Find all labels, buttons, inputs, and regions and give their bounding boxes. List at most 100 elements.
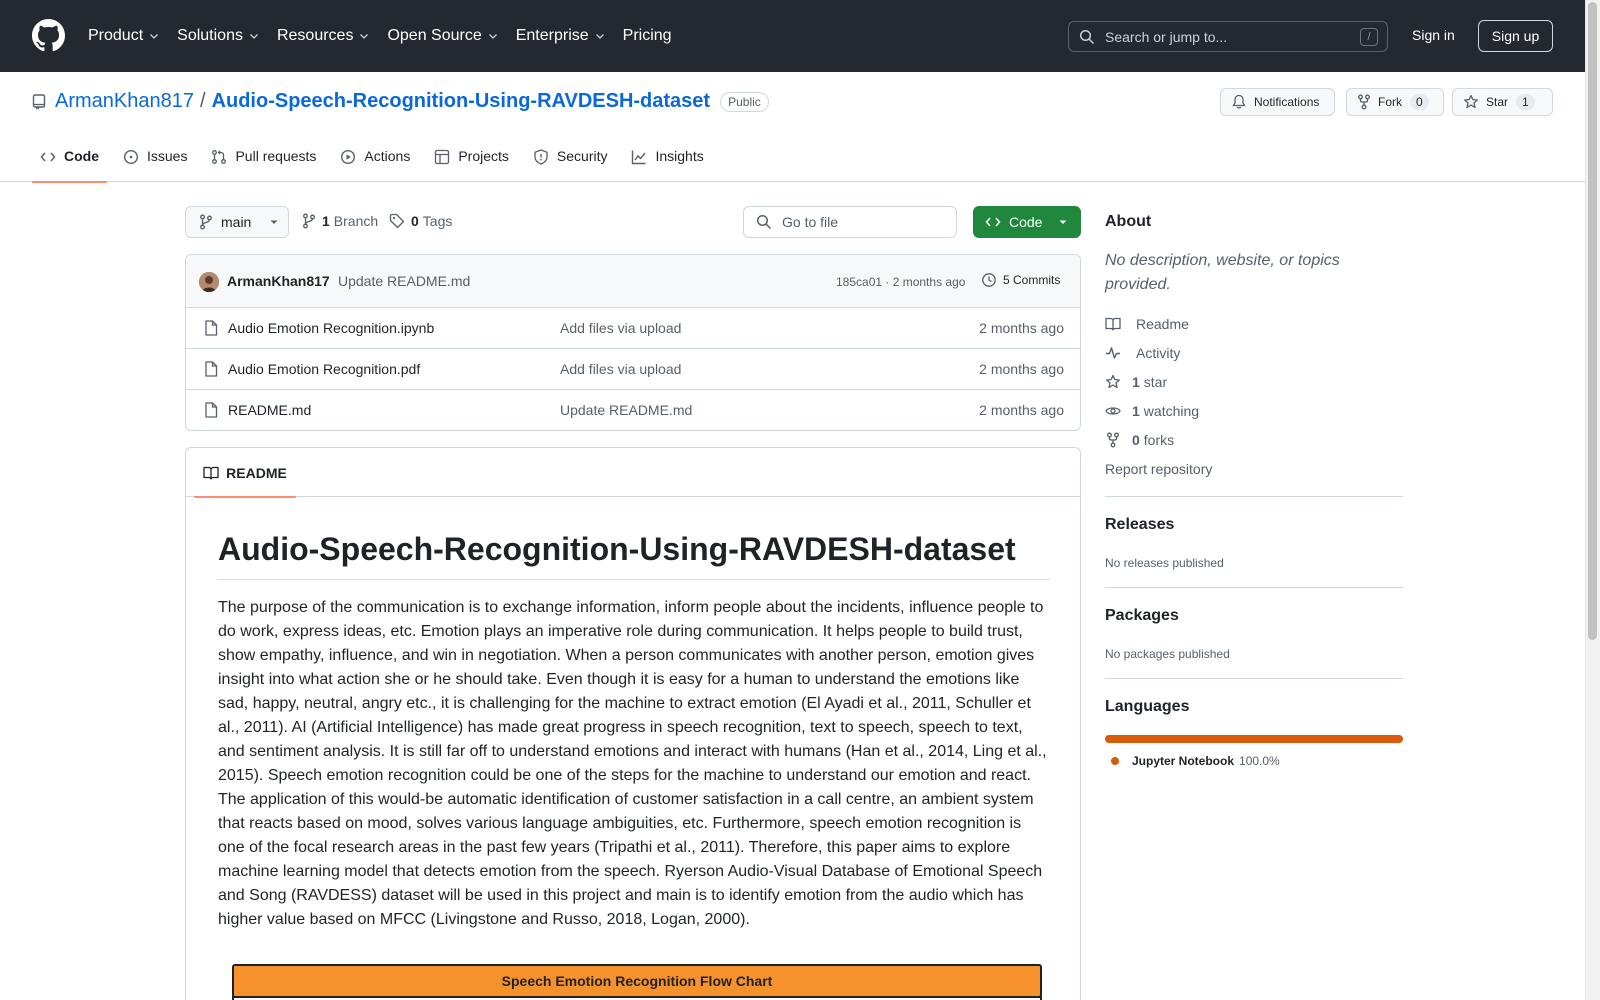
sidebar-watching-link[interactable]: 1 watching bbox=[1105, 403, 1199, 419]
nav-label: Solutions bbox=[177, 27, 243, 44]
branch-icon bbox=[200, 214, 212, 230]
sign-up-button[interactable]: Sign up bbox=[1478, 20, 1553, 52]
repo-title: ArmanKhan817 / Audio-Speech-Recognition-… bbox=[32, 90, 769, 113]
tab-actions[interactable]: Actions bbox=[332, 142, 418, 182]
branch-count: 1 bbox=[322, 213, 330, 229]
tab-readme[interactable]: README bbox=[194, 448, 296, 498]
nav-product[interactable]: Product bbox=[88, 27, 159, 45]
play-icon bbox=[341, 149, 356, 165]
readme-panel: README Audio-Speech-Recognition-Using-RA… bbox=[185, 447, 1081, 1000]
avatar[interactable] bbox=[199, 272, 219, 292]
nav-pricing[interactable]: Pricing bbox=[623, 27, 672, 45]
fork-button[interactable]: Fork 0 bbox=[1346, 88, 1444, 116]
star-button[interactable]: Star 1 bbox=[1452, 88, 1553, 116]
sidebar-item-label: Activity bbox=[1136, 345, 1181, 361]
file-commit-time: 2 months ago bbox=[979, 402, 1064, 418]
repo-owner-link[interactable]: ArmanKhan817 bbox=[55, 90, 194, 113]
table-icon bbox=[435, 149, 450, 165]
github-logo-icon[interactable] bbox=[32, 19, 65, 52]
user-avatar-icon bbox=[199, 272, 219, 292]
tags-link[interactable]: 0 Tags bbox=[389, 213, 452, 229]
tab-pull-requests[interactable]: Pull requests bbox=[203, 142, 324, 182]
chevron-down-icon bbox=[150, 34, 159, 39]
tab-issues[interactable]: Issues bbox=[115, 142, 195, 182]
tab-label: Security bbox=[556, 148, 608, 164]
latest-commit-row: ArmanKhan817 Update README.md 185ca01 · … bbox=[186, 255, 1080, 308]
branches-link[interactable]: 1 Branch bbox=[302, 213, 378, 229]
nav-label: Resources bbox=[276, 27, 354, 44]
nav-enterprise[interactable]: Enterprise bbox=[516, 27, 605, 45]
tab-security[interactable]: Security bbox=[525, 142, 616, 182]
file-row[interactable]: Audio Emotion Recognition.ipynb Add file… bbox=[186, 308, 1080, 349]
readme-tabbar: README bbox=[186, 448, 1080, 498]
repo-name-link[interactable]: Audio-Speech-Recognition-Using-RAVDESH-d… bbox=[212, 90, 711, 113]
sidebar-readme-link[interactable]: Readme bbox=[1105, 316, 1189, 332]
file-list: ArmanKhan817 Update README.md 185ca01 · … bbox=[185, 254, 1081, 431]
nav-label: Product bbox=[88, 27, 144, 44]
fork-icon bbox=[1107, 432, 1119, 448]
language-item[interactable]: Jupyter Notebook 100.0% bbox=[1111, 754, 1280, 768]
tab-projects[interactable]: Projects bbox=[426, 142, 517, 182]
branch-selector[interactable]: main bbox=[185, 206, 289, 238]
global-search-input[interactable]: Search or jump to... / bbox=[1068, 21, 1388, 52]
search-shortcut-key: / bbox=[1360, 28, 1378, 46]
commit-author-link[interactable]: ArmanKhan817 bbox=[227, 273, 330, 289]
commit-hash-time[interactable]: 185ca01 · 2 months ago bbox=[836, 275, 965, 289]
sidebar-forks-link[interactable]: 0 forks bbox=[1105, 432, 1174, 448]
report-repository-link[interactable]: Report repository bbox=[1105, 461, 1212, 477]
releases-heading[interactable]: Releases bbox=[1105, 516, 1174, 534]
visibility-badge: Public bbox=[720, 91, 769, 112]
readme-title: Audio-Speech-Recognition-Using-RAVDESH-d… bbox=[218, 531, 1050, 581]
code-icon bbox=[40, 152, 56, 162]
notifications-button[interactable]: Notifications bbox=[1220, 88, 1335, 116]
language-percent: 100.0% bbox=[1239, 754, 1280, 768]
file-name-link[interactable]: README.md bbox=[228, 402, 311, 418]
nav-open-source[interactable]: Open Source bbox=[387, 27, 497, 45]
global-nav: Product Solutions Resources Open Source … bbox=[88, 0, 690, 72]
sidebar-item-label: star bbox=[1143, 374, 1168, 390]
tab-label: Pull requests bbox=[235, 148, 317, 164]
caret-down-icon bbox=[1059, 220, 1067, 224]
bell-icon bbox=[1232, 94, 1246, 109]
file-name-link[interactable]: Audio Emotion Recognition.ipynb bbox=[228, 320, 434, 336]
history-icon bbox=[982, 273, 996, 287]
caret-down-icon bbox=[270, 220, 278, 224]
search-icon bbox=[756, 214, 772, 230]
readme-tab-label: README bbox=[226, 464, 287, 481]
star-icon bbox=[1106, 374, 1120, 389]
commit-message-link[interactable]: Update README.md bbox=[338, 273, 470, 289]
code-button-label: Code bbox=[1009, 214, 1043, 230]
nav-label: Open Source bbox=[387, 27, 482, 44]
tab-label: Code bbox=[64, 148, 99, 164]
file-icon bbox=[205, 402, 218, 418]
file-row[interactable]: README.md Update README.md 2 months ago bbox=[186, 390, 1080, 430]
sidebar-activity-link[interactable]: Activity bbox=[1105, 345, 1180, 361]
file-commit-message-link[interactable]: Add files via upload bbox=[560, 361, 681, 377]
nav-label: Enterprise bbox=[515, 27, 589, 44]
go-to-file-input[interactable]: Go to file bbox=[743, 206, 957, 238]
file-commit-message-link[interactable]: Add files via upload bbox=[560, 320, 681, 336]
file-commit-time: 2 months ago bbox=[979, 361, 1064, 377]
languages-heading: Languages bbox=[1105, 698, 1190, 715]
nav-solutions[interactable]: Solutions bbox=[177, 27, 259, 45]
issue-icon bbox=[123, 149, 139, 165]
branch-icon bbox=[303, 213, 315, 229]
nav-resources[interactable]: Resources bbox=[277, 27, 369, 45]
sidebar-item-count: 0 bbox=[1132, 432, 1140, 448]
tab-insights[interactable]: Insights bbox=[623, 142, 711, 182]
tab-code[interactable]: Code bbox=[32, 142, 107, 183]
releases-empty-text: No releases published bbox=[1105, 556, 1224, 570]
file-name-link[interactable]: Audio Emotion Recognition.pdf bbox=[228, 361, 420, 377]
sign-in-link[interactable]: Sign in bbox=[1412, 27, 1455, 43]
fork-count: 0 bbox=[1410, 94, 1429, 110]
file-row[interactable]: Audio Emotion Recognition.pdf Add files … bbox=[186, 349, 1080, 390]
tag-icon bbox=[389, 213, 405, 229]
code-dropdown-button[interactable]: Code bbox=[973, 206, 1081, 238]
sidebar-stars-link[interactable]: 1 star bbox=[1105, 374, 1167, 390]
about-heading: About bbox=[1105, 213, 1152, 230]
packages-heading[interactable]: Packages bbox=[1105, 607, 1179, 625]
file-commit-message-link[interactable]: Update README.md bbox=[560, 402, 692, 418]
search-icon bbox=[1079, 29, 1095, 44]
scrollbar-thumb[interactable] bbox=[1588, 2, 1597, 640]
commits-history-link[interactable]: 5 Commits bbox=[981, 272, 1060, 288]
